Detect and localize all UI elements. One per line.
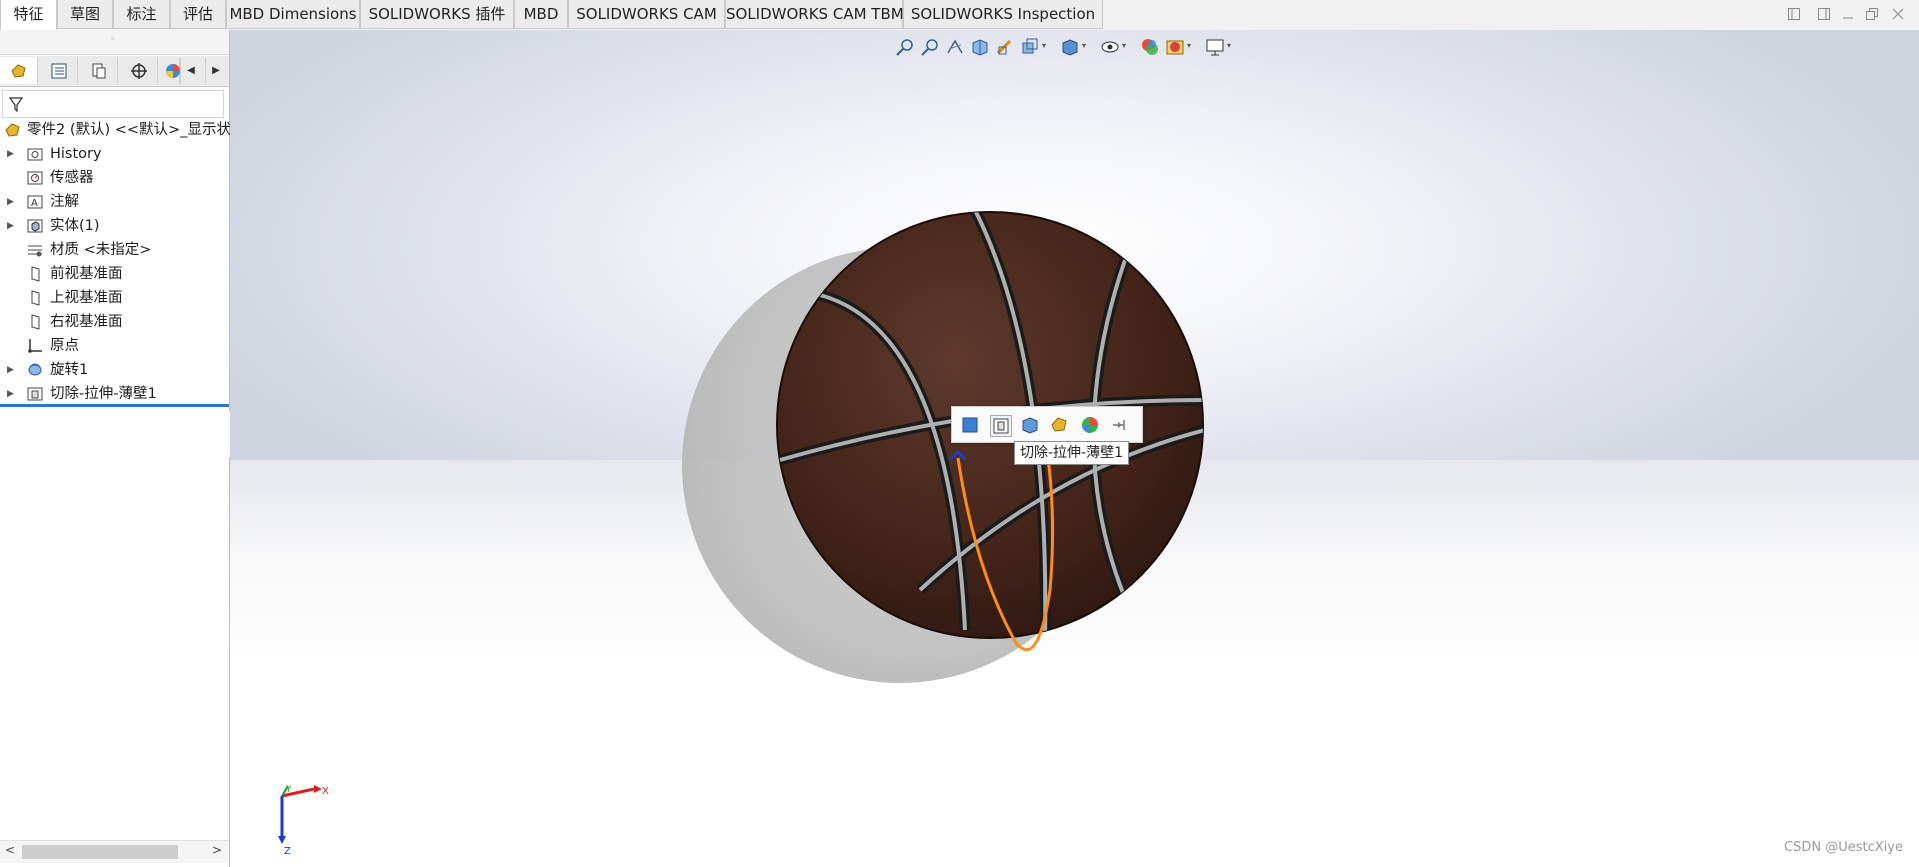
tab-solidworks-cam-tbm[interactable]: SOLIDWORKS CAM TBM: [725, 0, 904, 29]
reference-triad: X Y Z: [278, 785, 329, 857]
tree-item-label: 实体(1): [50, 218, 100, 234]
rollback-bar[interactable]: [0, 404, 229, 407]
triad-y-label: Y: [285, 785, 292, 795]
dimxpert-icon: [131, 63, 147, 79]
feature-manager-icon: [11, 64, 26, 78]
tree-item-material[interactable]: 材质 <未指定>: [0, 238, 229, 262]
plane-icon: [27, 266, 43, 282]
tile-left-icon[interactable]: [1786, 7, 1802, 23]
pin-icon[interactable]: [1110, 415, 1130, 435]
tab-mbd[interactable]: MBD: [514, 0, 568, 29]
scroll-left-icon[interactable]: <: [5, 843, 15, 857]
revolve-icon: [27, 362, 43, 378]
expand-arrow-icon[interactable]: ▶: [7, 358, 17, 382]
property-manager-icon: [51, 63, 67, 79]
tree-root-label: 零件2 (默认) <<默认>_显示状: [27, 122, 231, 138]
expand-arrow-icon[interactable]: ▶: [7, 142, 17, 166]
tree-item-label: 切除-拉伸-薄壁1: [50, 386, 157, 402]
command-manager-tabs: 特征 草图 标注 评估 MBD Dimensions SOLIDWORKS 插件…: [0, 0, 1919, 31]
sensor-icon: [27, 170, 43, 186]
manager-tabs: ◀ ▶: [0, 56, 229, 87]
history-folder-icon: [27, 146, 43, 162]
tab-solidworks-cam[interactable]: SOLIDWORKS CAM: [568, 0, 725, 29]
tree-item-label: 注解: [50, 194, 79, 210]
tree-item-top-plane[interactable]: 上视基准面: [0, 286, 229, 310]
tree-item-label: 上视基准面: [50, 290, 123, 306]
close-icon[interactable]: [1890, 7, 1906, 23]
scroll-right-icon[interactable]: >: [212, 843, 222, 857]
tree-item-solid-bodies[interactable]: ▶ 实体(1): [0, 214, 229, 238]
horizontal-scrollbar[interactable]: < >: [0, 840, 229, 863]
property-manager-tab[interactable]: [40, 57, 78, 84]
feature-tree-filter[interactable]: [2, 90, 224, 118]
tree-item-history[interactable]: ▶ History: [0, 142, 229, 166]
configuration-manager-tab[interactable]: [80, 57, 118, 84]
expand-arrow-icon[interactable]: ▶: [7, 382, 17, 406]
annotation-icon: A: [27, 194, 43, 210]
svg-text:A: A: [31, 198, 38, 209]
restore-icon[interactable]: [1864, 7, 1880, 23]
scrollbar-thumb[interactable]: [22, 845, 178, 859]
tree-item-right-plane[interactable]: 右视基准面: [0, 310, 229, 334]
tree-item-label: 材质 <未指定>: [50, 242, 152, 258]
watermark: CSDN @UestcXiye: [1784, 840, 1903, 855]
tree-item-annotations[interactable]: ▶ A 注解: [0, 190, 229, 214]
plane-icon: [27, 314, 43, 330]
appearance-icon[interactable]: [1050, 415, 1070, 435]
expand-arrow-icon[interactable]: ▶: [7, 190, 17, 214]
tab-features[interactable]: 特征: [0, 0, 57, 30]
tab-markup[interactable]: 标注: [113, 0, 170, 29]
tab-solidworks-addins[interactable]: SOLIDWORKS 插件: [360, 0, 514, 29]
tree-item-revolve1[interactable]: ▶ 旋转1: [0, 358, 229, 382]
feature-manager-panel: ◦ ◀ ▶ 零件2 (默认) <<默认>_显示状 ▶ History 传感器 ▶…: [0, 30, 231, 867]
tab-scroll-left-icon[interactable]: ◀: [180, 58, 201, 84]
filter-icon: [9, 97, 23, 113]
tree-item-front-plane[interactable]: 前视基准面: [0, 262, 229, 286]
cut-extrude-icon: [27, 386, 43, 402]
display-pane-icon[interactable]: [1080, 415, 1100, 435]
minimize-icon[interactable]: [1840, 7, 1856, 23]
material-icon: [27, 242, 43, 258]
tree-item-label: 旋转1: [50, 362, 89, 378]
configuration-manager-icon: [92, 63, 106, 79]
tab-solidworks-inspection[interactable]: SOLIDWORKS Inspection: [903, 0, 1103, 29]
dimxpert-manager-tab[interactable]: [120, 57, 158, 84]
tree-item-label: 传感器: [50, 170, 94, 186]
tree-item-sensors[interactable]: 传感器: [0, 166, 229, 190]
tree-item-label: 前视基准面: [50, 266, 123, 282]
triad-x-label: X: [322, 786, 329, 797]
panel-collapse-handle[interactable]: ◦: [0, 30, 229, 55]
tab-evaluate[interactable]: 评估: [170, 0, 226, 29]
tree-root-part[interactable]: 零件2 (默认) <<默认>_显示状: [0, 118, 231, 142]
plane-icon: [27, 290, 43, 306]
tree-item-label: 右视基准面: [50, 314, 123, 330]
edit-sketch-icon[interactable]: [990, 415, 1012, 437]
solid-bodies-icon: [27, 218, 43, 234]
hide-body-icon[interactable]: [1020, 415, 1040, 435]
triad-z-label: Z: [284, 846, 291, 857]
feature-tree: 零件2 (默认) <<默认>_显示状 ▶ History 传感器 ▶ A 注解 …: [0, 118, 231, 406]
tree-item-label: History: [50, 146, 102, 162]
tree-item-origin[interactable]: 原点: [0, 334, 229, 358]
expand-arrow-icon[interactable]: ▶: [7, 214, 17, 238]
tab-sketch[interactable]: 草图: [57, 0, 113, 29]
tab-scroll-right-icon[interactable]: ▶: [205, 58, 226, 84]
tile-right-icon[interactable]: [1816, 7, 1832, 23]
part-icon: [5, 122, 21, 138]
feature-tooltip: 切除-拉伸-薄壁1: [1014, 441, 1130, 465]
tree-item-label: 原点: [50, 338, 79, 354]
tab-mbd-dimensions[interactable]: MBD Dimensions: [226, 0, 360, 29]
origin-icon: [27, 338, 43, 354]
edit-feature-icon[interactable]: [960, 415, 980, 435]
tree-item-cut-extrude-thin1[interactable]: ▶ 切除-拉伸-薄壁1: [0, 382, 229, 406]
context-toolbar: [951, 406, 1143, 443]
feature-manager-tab[interactable]: [0, 57, 38, 84]
display-manager-tab[interactable]: [160, 57, 180, 84]
